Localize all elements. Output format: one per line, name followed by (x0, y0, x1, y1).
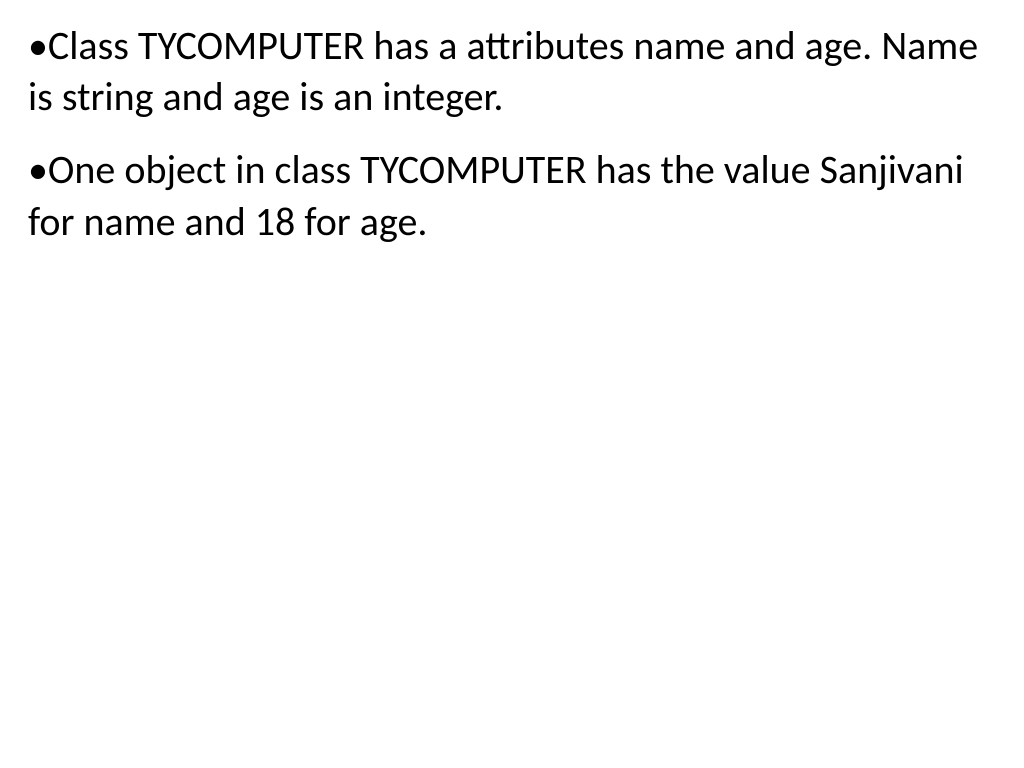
bullet-item-2: •One object in class TYCOMPUTER has the … (28, 144, 996, 246)
bullet-marker: • (28, 21, 48, 70)
bullet-text: One object in class TYCOMPUTER has the v… (28, 145, 964, 245)
bullet-item-1: •Class TYCOMPUTER has a attributes name … (28, 20, 996, 122)
bullet-text: Class TYCOMPUTER has a attributes name a… (28, 21, 978, 121)
bullet-marker: • (28, 145, 48, 194)
